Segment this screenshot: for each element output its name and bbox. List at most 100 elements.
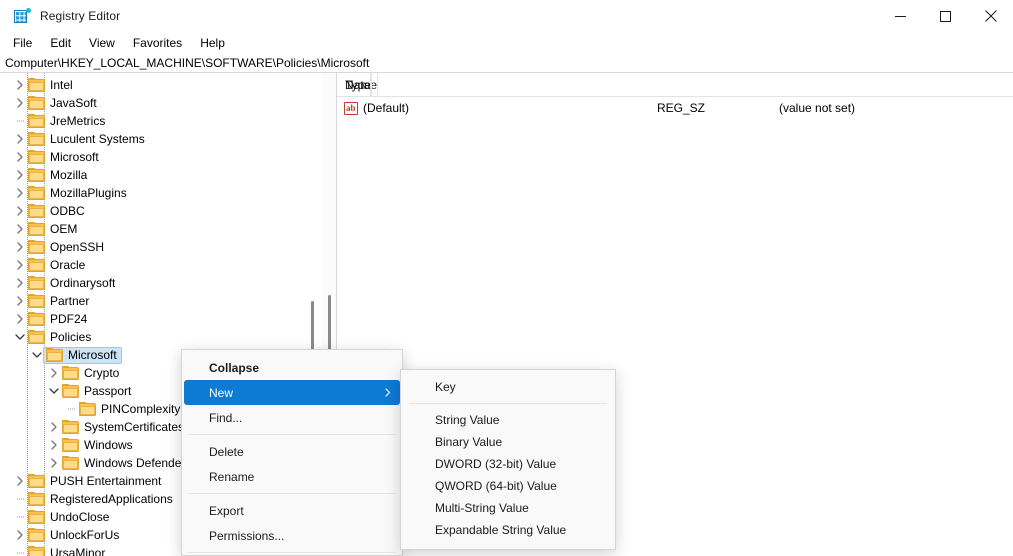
value-name-text: (Default) <box>363 101 409 115</box>
menu-view[interactable]: View <box>81 34 123 52</box>
tree-item-content: Mozilla <box>26 167 91 184</box>
menu-file[interactable]: File <box>5 34 40 52</box>
context-menu-item-label: Rename <box>209 470 254 484</box>
tree-item-content: PDF24 <box>26 311 91 328</box>
tree-item-content: Partner <box>26 293 93 310</box>
menu-favorites[interactable]: Favorites <box>125 34 190 52</box>
tree-item-luculent-systems[interactable]: Luculent Systems <box>0 130 336 148</box>
title-bar: Registry Editor <box>0 0 1013 32</box>
submenu-item-qword-64-bit-value[interactable]: QWORD (64-bit) Value <box>401 475 615 497</box>
tree-item-content: Microsoft <box>26 149 103 166</box>
tree-item-content: Windows <box>60 437 137 454</box>
menu-edit[interactable]: Edit <box>42 34 79 52</box>
folder-icon <box>28 78 45 92</box>
tree-item-javasoft[interactable]: JavaSoft <box>0 94 336 112</box>
minimize-icon[interactable] <box>878 0 923 32</box>
tree-item-content: UnlockForUs <box>26 527 123 544</box>
tree-item-mozillaplugins[interactable]: MozillaPlugins <box>0 184 336 202</box>
tree-item-content: PUSH Entertainment <box>26 473 165 490</box>
submenu-item-binary-value[interactable]: Binary Value <box>401 431 615 453</box>
tree-item-label: UnlockForUs <box>50 528 119 542</box>
menu-help[interactable]: Help <box>192 34 233 52</box>
tree-item-jremetrics[interactable]: JreMetrics <box>0 112 336 130</box>
submenu-item-dword-32-bit-value[interactable]: DWORD (32-bit) Value <box>401 453 615 475</box>
folder-icon <box>28 546 45 556</box>
folder-icon <box>46 348 63 362</box>
tree-item-oem[interactable]: OEM <box>0 220 336 238</box>
folder-icon <box>62 420 79 434</box>
tree-item-content: Ordinarysoft <box>26 275 119 292</box>
menu-separator <box>188 493 396 494</box>
string-value-icon <box>344 102 358 115</box>
tree-item-content: MozillaPlugins <box>26 185 131 202</box>
tree-item-content: OpenSSH <box>26 239 108 256</box>
tree-item-mozilla[interactable]: Mozilla <box>0 166 336 184</box>
context-menu-item-permissions[interactable]: Permissions... <box>182 523 402 548</box>
tree-item-content: Passport <box>60 383 135 400</box>
tree-item-policies[interactable]: Policies <box>0 328 336 346</box>
tree-item-partner[interactable]: Partner <box>0 292 336 310</box>
window-title: Registry Editor <box>40 9 120 23</box>
menu-bar: FileEditViewFavoritesHelp <box>0 32 1013 54</box>
menu-separator <box>409 403 607 404</box>
context-menu-item-new[interactable]: New <box>184 380 400 405</box>
tree-item-label: Microsoft <box>68 348 117 362</box>
folder-icon <box>28 240 45 254</box>
folder-icon <box>28 258 45 272</box>
maximize-icon[interactable] <box>923 0 968 32</box>
context-menu-item-find[interactable]: Find... <box>182 405 402 430</box>
tree-item-label: PINComplexity <box>101 402 180 416</box>
table-row[interactable]: (Default) REG_SZ (value not set) <box>337 97 1013 119</box>
tree-item-pdf24[interactable]: PDF24 <box>0 310 336 328</box>
tree-item-label: OEM <box>50 222 77 236</box>
tree-item-content: Microsoft <box>43 347 122 364</box>
new-submenu[interactable]: Key String ValueBinary ValueDWORD (32-bit… <box>400 369 616 550</box>
context-menu-item-export[interactable]: Export <box>182 498 402 523</box>
tree-item-odbc[interactable]: ODBC <box>0 202 336 220</box>
submenu-item-expandable-string-value[interactable]: Expandable String Value <box>401 519 615 541</box>
tree-item-content: ODBC <box>26 203 89 220</box>
context-menu-item-label: Find... <box>209 411 242 425</box>
folder-icon <box>28 294 45 308</box>
tree-item-ordinarysoft[interactable]: Ordinarysoft <box>0 274 336 292</box>
context-menu-item-delete[interactable]: Delete <box>182 439 402 464</box>
tree-item-label: Oracle <box>50 258 85 272</box>
tree-item-label: RegisteredApplications <box>50 492 173 506</box>
value-type-cell: REG_SZ <box>649 101 771 115</box>
folder-icon <box>62 384 79 398</box>
tree-item-content: JavaSoft <box>26 95 101 112</box>
menu-separator <box>188 434 396 435</box>
tree-item-label: Policies <box>50 330 91 344</box>
folder-icon <box>28 312 45 326</box>
tree-item-content: Policies <box>26 329 95 346</box>
submenu-item-string-value[interactable]: String Value <box>401 409 615 431</box>
folder-icon <box>28 150 45 164</box>
folder-icon <box>28 492 45 506</box>
tree-item-intel[interactable]: Intel <box>0 76 336 94</box>
folder-icon <box>62 438 79 452</box>
tree-item-content: Oracle <box>26 257 89 274</box>
tree-item-label: Luculent Systems <box>50 132 145 146</box>
close-icon[interactable] <box>968 0 1013 32</box>
context-menu[interactable]: CollapseNew Find... Delete Rename ExportPerm… <box>181 349 403 556</box>
tree-item-label: Partner <box>50 294 89 308</box>
folder-icon <box>28 114 45 128</box>
tree-item-microsoft[interactable]: Microsoft <box>0 148 336 166</box>
address-bar[interactable]: Computer\HKEY_LOCAL_MACHINE\SOFTWARE\Pol… <box>0 54 1013 73</box>
folder-icon <box>28 204 45 218</box>
folder-icon <box>28 474 45 488</box>
tree-item-content: Crypto <box>60 365 123 382</box>
context-menu-item-collapse[interactable]: Collapse <box>182 355 402 380</box>
tree-item-content: Intel <box>26 77 77 94</box>
submenu-item-key[interactable]: Key <box>401 376 615 398</box>
tree-item-content: SystemCertificates <box>60 419 188 436</box>
context-menu-item-rename[interactable]: Rename <box>182 464 402 489</box>
tree-item-openssh[interactable]: OpenSSH <box>0 238 336 256</box>
registry-grid-icon <box>14 8 30 24</box>
tree-item-oracle[interactable]: Oracle <box>0 256 336 274</box>
submenu-item-multi-string-value[interactable]: Multi-String Value <box>401 497 615 519</box>
column-header-data[interactable]: Data <box>337 73 371 97</box>
tree-item-label: PDF24 <box>50 312 87 326</box>
tree-item-content: UrsaMinor <box>26 545 109 556</box>
menu-separator <box>188 552 396 553</box>
